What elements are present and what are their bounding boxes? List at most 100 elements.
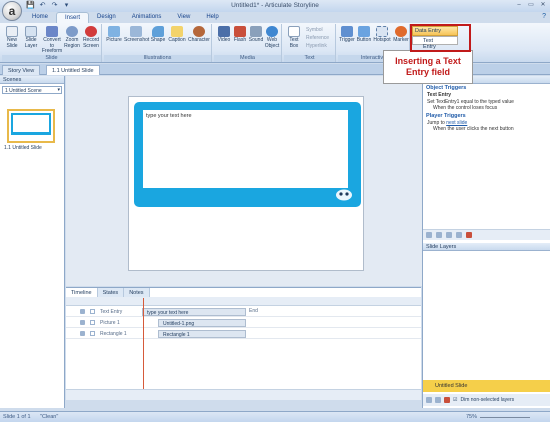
group-label-illustrations: Illustrations bbox=[104, 55, 211, 62]
maximize-button[interactable]: ▭ bbox=[526, 1, 536, 9]
hotspot-button[interactable]: Hotspot bbox=[373, 26, 391, 44]
tab-story-view[interactable]: Story View bbox=[2, 65, 41, 75]
picture-button[interactable]: Picture bbox=[105, 26, 123, 44]
trigger-button[interactable]: Trigger bbox=[338, 26, 356, 44]
timeline-row[interactable]: Text Entry type your text here bbox=[66, 307, 421, 317]
timeline-bar[interactable]: Untitled-1.png bbox=[158, 319, 246, 327]
status-bar: Slide 1 of 1 "Clean" 75% bbox=[0, 411, 550, 422]
record-screen-label: Record Screen bbox=[82, 37, 100, 49]
tab-insert[interactable]: Insert bbox=[56, 12, 90, 23]
app-menu-button[interactable]: a bbox=[2, 1, 22, 21]
new-slide-label: New Slide bbox=[6, 37, 18, 49]
shape-label: Shape bbox=[150, 37, 166, 43]
shape-button[interactable]: Shape bbox=[149, 26, 167, 44]
slide-thumbnail[interactable] bbox=[7, 109, 55, 143]
button-button[interactable]: Button bbox=[355, 26, 373, 44]
zoom-slider[interactable] bbox=[480, 417, 530, 418]
delete-icon[interactable] bbox=[466, 232, 472, 238]
button-label: Button bbox=[356, 37, 372, 43]
text-box-button[interactable]: Text Box bbox=[285, 26, 303, 49]
record-screen-button[interactable]: Record Screen bbox=[82, 26, 100, 49]
marker-button[interactable]: Marker bbox=[392, 26, 410, 44]
tab-untitled-slide[interactable]: 1.1 Untitled Slide bbox=[46, 65, 100, 75]
slide-layer-label: Slide Layer bbox=[24, 37, 38, 49]
playhead[interactable] bbox=[143, 298, 144, 390]
new-layer-icon[interactable] bbox=[426, 397, 432, 403]
caption-icon bbox=[171, 26, 183, 37]
video-icon bbox=[218, 26, 230, 37]
timeline-row[interactable]: Rectangle 1 Rectangle 1 bbox=[66, 329, 421, 339]
copy-icon[interactable] bbox=[446, 232, 452, 238]
help-icon[interactable]: ? bbox=[542, 13, 546, 20]
timeline-bar[interactable]: type your text here bbox=[142, 308, 246, 316]
duplicate-layer-icon[interactable] bbox=[435, 397, 441, 403]
reference-command[interactable]: Reference bbox=[306, 35, 329, 41]
timeline-row[interactable]: Picture 1 Untitled-1.png bbox=[66, 318, 421, 328]
triggers-toolbar bbox=[423, 229, 550, 240]
ribbon-group-slide: New Slide Slide Layer Convert to Freefor… bbox=[2, 24, 102, 62]
callout-line-2: Entry field bbox=[405, 67, 450, 77]
dim-layers-checkbox[interactable]: ☑ bbox=[453, 397, 457, 403]
player-trigger-prefix: Jump to bbox=[427, 119, 445, 126]
screenshot-button[interactable]: Screenshot bbox=[124, 26, 149, 44]
tab-animations[interactable]: Animations bbox=[124, 12, 170, 23]
rectangle-1[interactable]: type your text here bbox=[134, 102, 361, 207]
text-entry-field[interactable]: type your text here bbox=[143, 110, 348, 188]
tab-states[interactable]: States bbox=[97, 288, 125, 297]
base-layer-item[interactable]: Untitled Slide bbox=[423, 380, 550, 392]
lock-icon[interactable] bbox=[90, 309, 95, 314]
new-slide-button[interactable]: New Slide bbox=[3, 26, 21, 49]
web-object-button[interactable]: Web Object bbox=[263, 26, 281, 49]
scenes-header: Scenes bbox=[0, 76, 64, 84]
tab-home[interactable]: Home bbox=[24, 12, 56, 23]
slide[interactable]: type your text here bbox=[128, 96, 364, 271]
marker-label: Marker bbox=[393, 37, 409, 43]
slide-count: Slide 1 of 1 bbox=[3, 414, 31, 420]
character-button[interactable]: Character bbox=[188, 26, 210, 44]
tab-timeline[interactable]: Timeline bbox=[66, 288, 98, 297]
window-title: Untitled1* - Articulate Storyline bbox=[231, 2, 319, 9]
tab-notes[interactable]: Notes bbox=[124, 288, 150, 297]
lock-icon[interactable] bbox=[90, 331, 95, 336]
edit-trigger-icon[interactable] bbox=[436, 232, 442, 238]
zoom-region-button[interactable]: Zoom Region bbox=[63, 26, 81, 49]
text-box-icon bbox=[288, 26, 300, 37]
chevron-down-icon: ▾ bbox=[57, 87, 60, 93]
scenes-panel: Scenes 1 Untitled Scene ▾ 1.1 Untitled S… bbox=[0, 76, 65, 408]
data-entry-highlight bbox=[410, 24, 471, 52]
zoom-icon bbox=[66, 26, 78, 37]
thumbnail-label: 1.1 Untitled Slide bbox=[4, 145, 42, 151]
convert-freeform-label: Convert to Freeform bbox=[41, 37, 63, 54]
close-button[interactable]: ✕ bbox=[538, 1, 548, 9]
next-slide-link[interactable]: next slide bbox=[446, 120, 467, 126]
minimize-button[interactable]: – bbox=[514, 1, 524, 9]
mascot-icon bbox=[336, 189, 352, 201]
visibility-icon[interactable] bbox=[80, 331, 85, 336]
hyperlink-command[interactable]: Hyperlink bbox=[306, 43, 327, 49]
lock-icon[interactable] bbox=[90, 320, 95, 325]
dim-layers-label: Dim non-selected layers bbox=[460, 397, 515, 403]
convert-freeform-button[interactable]: Convert to Freeform bbox=[41, 26, 63, 55]
picture-label: Picture bbox=[106, 37, 122, 43]
timeline-bar[interactable]: Rectangle 1 bbox=[158, 330, 246, 338]
scene-select[interactable]: 1 Untitled Scene ▾ bbox=[2, 86, 62, 94]
new-slide-icon bbox=[6, 26, 18, 37]
tab-help[interactable]: Help bbox=[198, 12, 226, 23]
symbol-command[interactable]: Symbol bbox=[306, 27, 323, 33]
callout-line-1: Inserting a Text bbox=[395, 56, 461, 66]
tab-design[interactable]: Design bbox=[89, 12, 124, 23]
picture-icon bbox=[108, 26, 120, 37]
caption-button[interactable]: Caption bbox=[168, 26, 186, 44]
visibility-icon[interactable] bbox=[80, 309, 85, 314]
new-trigger-icon[interactable] bbox=[426, 232, 432, 238]
visibility-icon[interactable] bbox=[80, 320, 85, 325]
tab-view[interactable]: View bbox=[169, 12, 198, 23]
window-controls: – ▭ ✕ bbox=[514, 1, 548, 9]
character-icon bbox=[193, 26, 205, 37]
object-triggers-heading: Object Triggers bbox=[426, 85, 467, 91]
delete-layer-icon[interactable] bbox=[444, 397, 450, 403]
slide-layer-button[interactable]: Slide Layer bbox=[22, 26, 40, 49]
timeline-tabs: Timeline States Notes bbox=[66, 288, 150, 297]
paste-icon[interactable] bbox=[456, 232, 462, 238]
zoom-level[interactable]: 75% bbox=[466, 414, 477, 420]
